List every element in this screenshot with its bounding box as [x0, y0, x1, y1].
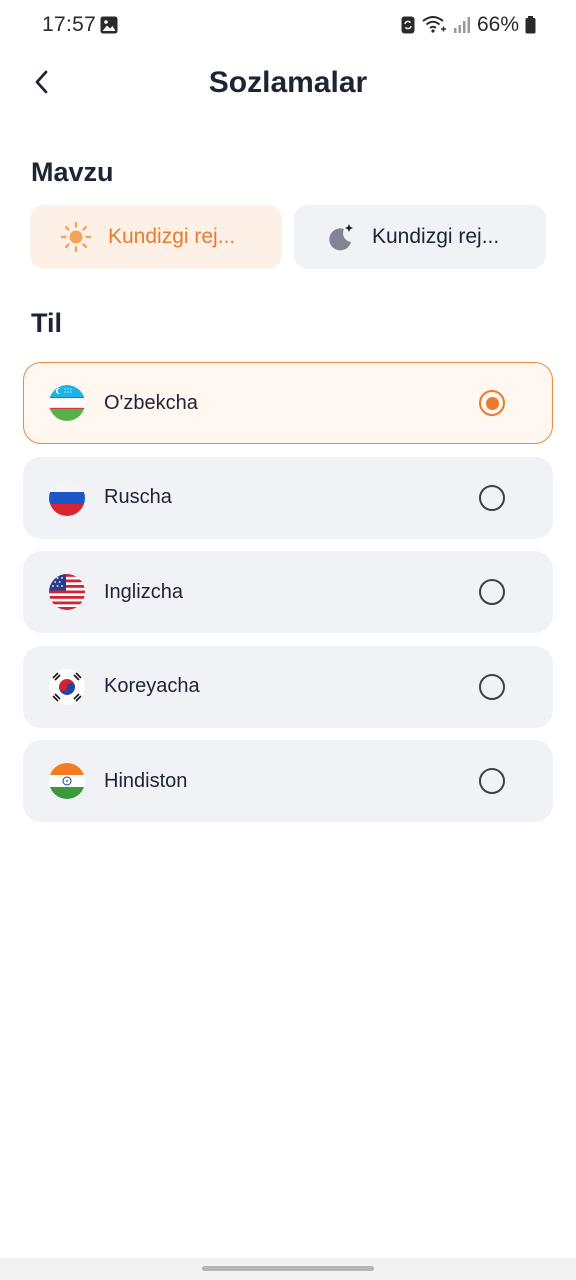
language-section-title: Til [31, 308, 63, 338]
dark-theme-label: Kundizgi rej... [372, 225, 500, 248]
dark-theme-button[interactable]: Kundizgi rej... [294, 205, 546, 269]
language-item-hindi[interactable]: Hindiston [23, 740, 553, 822]
radio-button[interactable] [479, 579, 505, 605]
battery-icon [525, 16, 536, 34]
status-icons: 66% [401, 13, 536, 37]
status-time: 17:57 [42, 13, 97, 36]
sun-icon [60, 221, 92, 253]
russia-flag-icon [49, 479, 85, 516]
language-item-korean[interactable]: Koreyacha [23, 645, 553, 728]
radio-button[interactable] [479, 484, 505, 511]
language-label: Hindiston [104, 769, 188, 792]
radio-button[interactable] [479, 768, 505, 794]
uzbekistan-flag-icon [49, 385, 85, 421]
status-bar: 17:57 66% [0, 0, 576, 50]
signal-icon [453, 17, 470, 33]
moon-icon [329, 224, 353, 251]
india-flag-icon [49, 763, 85, 799]
language-label: Inglizcha [104, 580, 183, 603]
sync-icon [401, 16, 415, 34]
light-theme-label: Kundizgi rej... [108, 225, 236, 248]
page-title: Sozlamalar [208, 66, 368, 99]
usa-flag-icon [49, 574, 85, 610]
wifi-icon [422, 16, 446, 33]
battery-percent: 66% [476, 13, 519, 36]
language-item-russian[interactable]: Ruscha [23, 456, 553, 539]
radio-button-selected[interactable] [479, 390, 505, 416]
gallery-icon [100, 16, 118, 34]
language-item-english[interactable]: Inglizcha [23, 551, 553, 633]
language-item-uzbek[interactable]: O'zbekcha [23, 362, 553, 444]
home-gesture-handle[interactable] [202, 1266, 374, 1271]
theme-section-title: Mavzu [31, 157, 114, 187]
app-header: Sozlamalar [0, 50, 576, 116]
theme-options: Kundizgi rej... Kundizgi rej... [30, 205, 546, 269]
language-label: Ruscha [104, 486, 172, 508]
system-nav-bar [0, 1258, 576, 1280]
light-theme-button[interactable]: Kundizgi rej... [30, 205, 282, 269]
language-list: O'zbekcha Ruscha Inglizcha Koreyacha Hin… [23, 362, 553, 835]
radio-button[interactable] [479, 673, 505, 700]
south-korea-flag-icon [49, 668, 85, 705]
language-label: Koreyacha [104, 675, 200, 697]
language-label: O'zbekcha [104, 391, 198, 414]
